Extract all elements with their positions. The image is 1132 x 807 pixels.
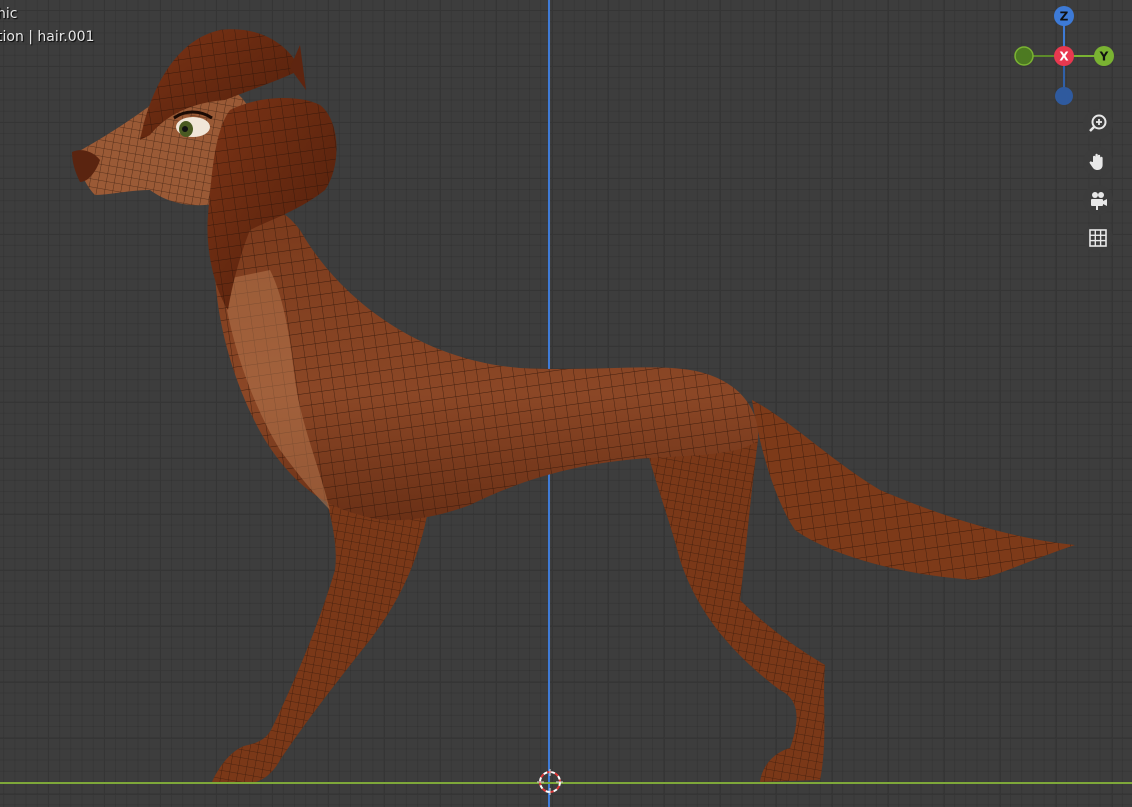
neg-z-axis-handle[interactable]	[1055, 87, 1073, 105]
3d-cursor-icon[interactable]	[537, 769, 563, 795]
y-axis-label: Y	[1099, 50, 1109, 64]
hand-icon	[1089, 153, 1103, 170]
z-axis-label: Z	[1060, 10, 1069, 24]
ortho-toggle-button[interactable]	[1083, 223, 1113, 253]
zoom-button[interactable]	[1083, 109, 1113, 139]
grid-icon	[1089, 229, 1107, 247]
tail-mesh	[752, 400, 1075, 580]
dog-model[interactable]	[0, 0, 1132, 807]
3d-viewport[interactable]: hic tion | hair.001 Z Y X	[0, 0, 1132, 807]
pan-button[interactable]	[1083, 147, 1113, 177]
x-axis-label: X	[1059, 50, 1069, 64]
neg-y-axis-handle[interactable]	[1014, 46, 1034, 66]
navigation-gizmo[interactable]: Z Y X	[1010, 2, 1120, 112]
zoom-icon	[1089, 114, 1107, 132]
camera-view-button[interactable]	[1083, 185, 1113, 215]
camera-icon	[1091, 192, 1107, 210]
